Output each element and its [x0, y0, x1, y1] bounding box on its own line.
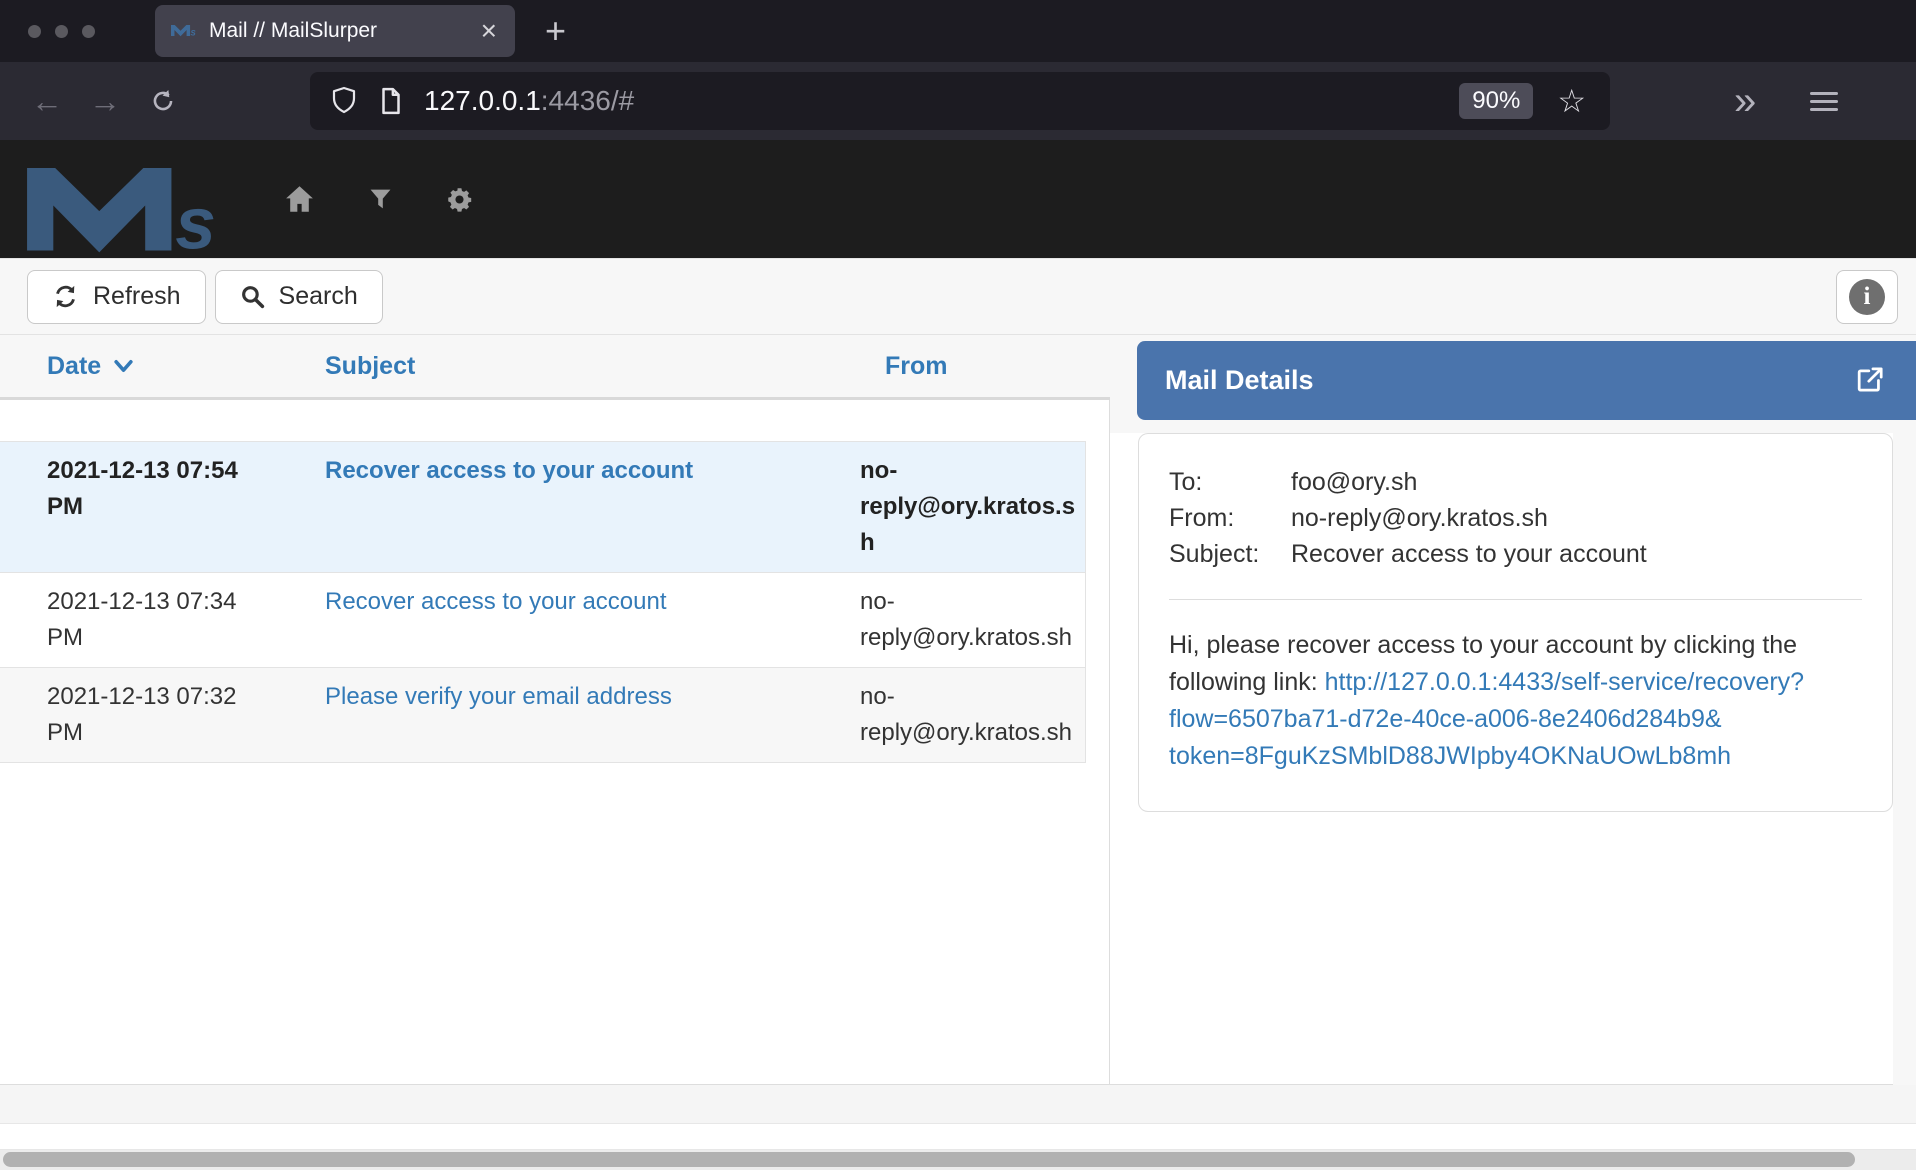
mail-subject-link[interactable]: Recover access to your account — [265, 453, 848, 561]
column-header-subject: Subject — [265, 352, 873, 381]
app-nav-icons — [284, 140, 473, 258]
svg-text:s: s — [175, 184, 216, 258]
mailslurper-logo: s — [23, 168, 228, 263]
meta-row-to: To: foo@ory.sh — [1169, 464, 1862, 500]
mail-details-header: Mail Details — [1137, 341, 1916, 420]
mail-from: no-reply@ory.kratos.sh — [848, 584, 1085, 656]
footer-band — [0, 1123, 1916, 1150]
app-header: s — [0, 140, 1916, 258]
mail-from: no-reply@ory.kratos.sh — [848, 679, 1085, 751]
filter-icon[interactable] — [369, 187, 392, 211]
back-button[interactable]: ← — [18, 84, 76, 118]
search-label: Search — [279, 282, 358, 311]
subject-value: Recover access to your account — [1291, 536, 1647, 572]
mail-rows: 2021-12-13 07:54 PM Recover access to yo… — [0, 441, 1086, 763]
hamburger-menu-icon[interactable] — [1810, 87, 1838, 116]
mail-list-row[interactable]: 2021-12-13 07:34 PM Recover access to yo… — [0, 573, 1085, 668]
url-text[interactable]: 127.0.0.1:4436/# — [424, 85, 634, 117]
tab-title: Mail // MailSlurper — [209, 19, 479, 43]
mail-list-pane: Date Subject From 2021-12-13 07:54 PM Re… — [0, 335, 1110, 1085]
search-icon — [240, 284, 265, 309]
tab-close-icon[interactable]: × — [479, 17, 499, 45]
gear-icon[interactable] — [446, 186, 473, 213]
mail-date: 2021-12-13 07:32 PM — [0, 679, 265, 751]
forward-button[interactable]: → — [76, 84, 134, 118]
zoom-level-badge[interactable]: 90% — [1459, 83, 1533, 119]
refresh-button[interactable]: Refresh — [27, 270, 206, 324]
window-control-dot[interactable] — [28, 25, 41, 38]
column-date-label: Date — [47, 352, 101, 381]
reload-button[interactable] — [134, 86, 192, 116]
mailslurper-favicon-icon: s — [171, 24, 197, 38]
mail-details-card: To: foo@ory.sh From: no-reply@ory.kratos… — [1138, 433, 1893, 812]
column-header-date[interactable]: Date — [0, 352, 265, 381]
mail-list-header: Date Subject From — [0, 335, 1110, 400]
main-content: Date Subject From 2021-12-13 07:54 PM Re… — [0, 335, 1916, 1085]
info-icon: i — [1849, 279, 1885, 315]
window-controls[interactable] — [28, 25, 95, 38]
mail-details-pane: Mail Details To: foo@ory.sh From: no-rep… — [1110, 335, 1916, 1085]
bottom-gap — [0, 1085, 1916, 1123]
mail-subject-link[interactable]: Please verify your email address — [265, 679, 848, 751]
from-label: From: — [1169, 500, 1291, 536]
svg-text:s: s — [191, 28, 197, 38]
horizontal-scrollbar — [0, 1150, 1916, 1170]
column-header-from: From — [873, 352, 1110, 381]
refresh-label: Refresh — [93, 282, 181, 311]
from-value: no-reply@ory.kratos.sh — [1291, 500, 1548, 536]
info-button[interactable]: i — [1836, 270, 1898, 324]
url-path: :4436/# — [541, 85, 634, 116]
subject-label: Subject: — [1169, 536, 1291, 572]
meta-row-from: From: no-reply@ory.kratos.sh — [1169, 500, 1862, 536]
page-info-icon[interactable] — [376, 86, 406, 116]
open-external-icon[interactable] — [1853, 364, 1886, 397]
new-tab-button[interactable]: + — [539, 12, 572, 50]
mail-details-body: To: foo@ory.sh From: no-reply@ory.kratos… — [1110, 433, 1893, 1085]
home-icon[interactable] — [284, 185, 315, 213]
mail-date: 2021-12-13 07:54 PM — [0, 453, 265, 561]
horizontal-scrollbar-thumb[interactable] — [3, 1152, 1855, 1167]
mail-list-row[interactable]: 2021-12-13 07:32 PM Please verify your e… — [0, 668, 1085, 763]
bookmark-star-icon[interactable]: ☆ — [1551, 84, 1592, 118]
mail-details-title: Mail Details — [1165, 365, 1853, 396]
mail-list-row[interactable]: 2021-12-13 07:54 PM Recover access to yo… — [0, 442, 1085, 573]
window-control-dot[interactable] — [55, 25, 68, 38]
details-divider — [1169, 599, 1862, 600]
search-button[interactable]: Search — [215, 270, 383, 324]
to-label: To: — [1169, 464, 1291, 500]
shield-icon[interactable] — [328, 85, 360, 117]
browser-tab-bar: s Mail // MailSlurper × + — [0, 0, 1916, 62]
browser-nav-bar: ← → 127.0.0.1:4436/# 90% ☆ » — [0, 62, 1916, 140]
mail-body-text: Hi, please recover access to your accoun… — [1169, 627, 1862, 775]
refresh-icon — [52, 283, 79, 310]
mail-from: no-reply@ory.kratos.sh — [848, 453, 1085, 561]
mail-date: 2021-12-13 07:34 PM — [0, 584, 265, 656]
meta-row-subject: Subject: Recover access to your account — [1169, 536, 1862, 572]
to-value: foo@ory.sh — [1291, 464, 1417, 500]
toolbar-overflow-icon[interactable]: » — [1728, 80, 1762, 122]
browser-tab[interactable]: s Mail // MailSlurper × — [155, 5, 515, 57]
mail-subject-link[interactable]: Recover access to your account — [265, 584, 848, 656]
url-host: 127.0.0.1 — [424, 85, 541, 116]
action-bar: Refresh Search i — [0, 258, 1916, 335]
sort-descending-icon — [113, 358, 134, 374]
window-control-dot[interactable] — [82, 25, 95, 38]
mail-list-body: 2021-12-13 07:54 PM Recover access to yo… — [0, 400, 1110, 1085]
url-bar[interactable]: 127.0.0.1:4436/# 90% ☆ — [310, 72, 1610, 130]
